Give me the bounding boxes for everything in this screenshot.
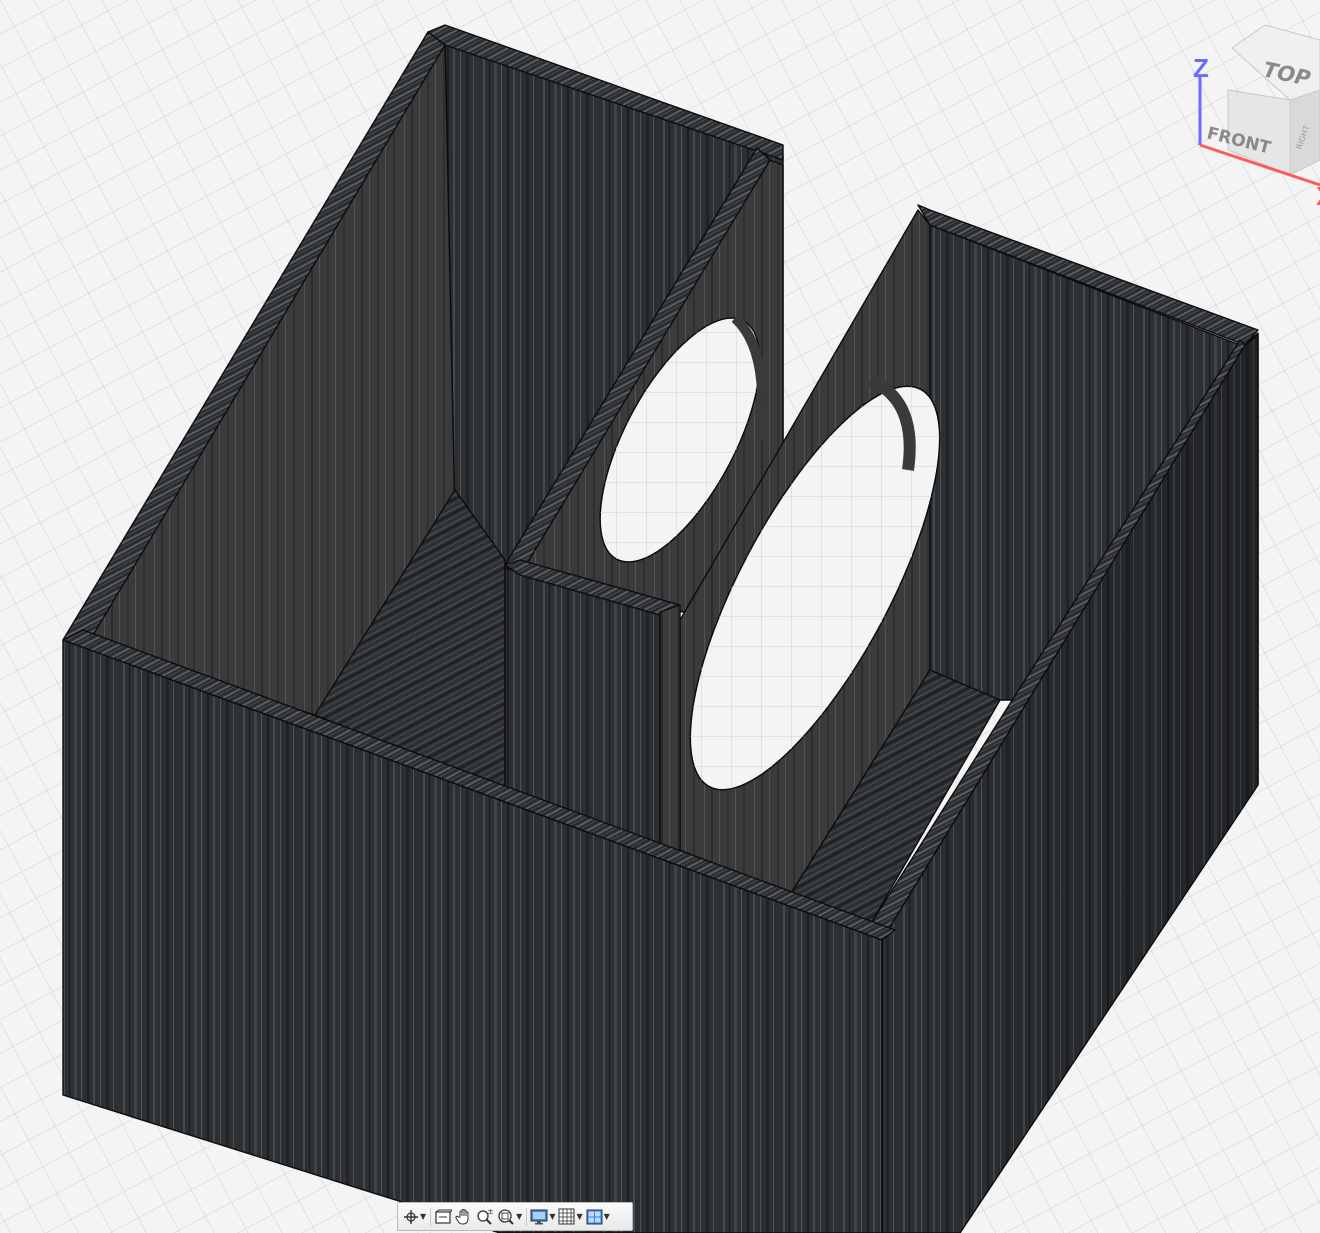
look-at-button[interactable] — [433, 1205, 453, 1229]
zoom-button[interactable]: ± — [475, 1205, 495, 1229]
svg-text:±: ± — [487, 1208, 494, 1216]
navigation-bar: ▼ ± ▼ ▼ ▼ ▼ — [397, 1202, 633, 1231]
zoom-window-icon — [498, 1208, 514, 1225]
look-at-icon — [435, 1209, 453, 1224]
orbit-button[interactable]: ▼ — [402, 1205, 427, 1229]
chevron-down-icon: ▼ — [516, 1211, 523, 1221]
viewports-icon — [586, 1209, 603, 1224]
pan-button[interactable] — [454, 1205, 474, 1229]
z-axis-label: Z — [1193, 53, 1209, 83]
chevron-down-icon: ▼ — [549, 1211, 556, 1221]
orbit-icon — [404, 1209, 418, 1224]
zoom-icon: ± — [477, 1208, 494, 1225]
x-axis-label: X — [1316, 181, 1320, 210]
grid-snaps-button[interactable]: ▼ — [557, 1205, 583, 1229]
viewports-button[interactable]: ▼ — [585, 1205, 611, 1229]
center-divider-side — [659, 604, 681, 851]
grid-snaps-icon — [558, 1208, 575, 1225]
viewcube[interactable]: TOP FRONT RIGHT Z X — [1170, 0, 1320, 210]
chevron-down-icon: ▼ — [420, 1211, 427, 1221]
display-settings-button[interactable]: ▼ — [529, 1205, 556, 1229]
3d-canvas[interactable] — [0, 0, 1320, 1233]
pan-hand-icon — [455, 1208, 469, 1225]
chevron-down-icon: ▼ — [576, 1211, 583, 1221]
zoom-window-button[interactable]: ▼ — [496, 1205, 523, 1229]
display-settings-icon — [530, 1209, 548, 1224]
chevron-down-icon: ▼ — [603, 1211, 610, 1221]
